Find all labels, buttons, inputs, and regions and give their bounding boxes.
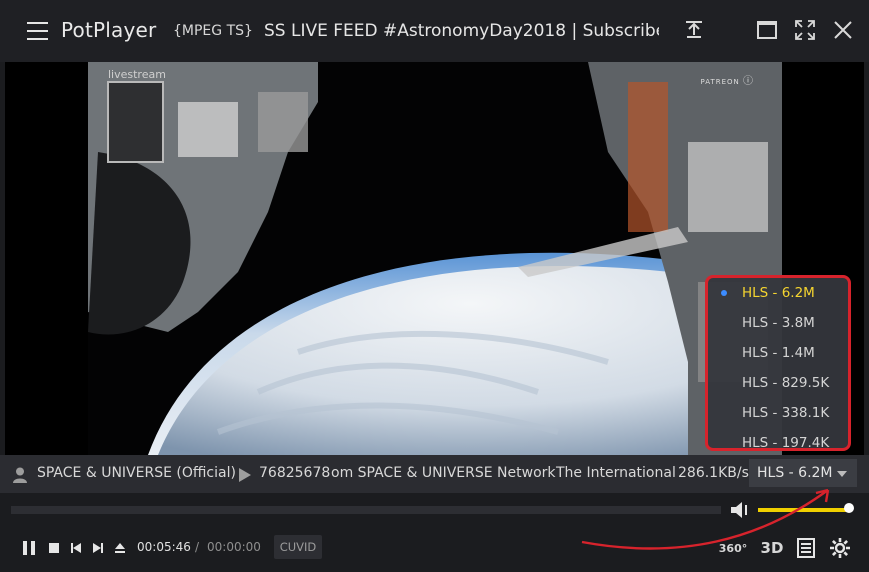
- chevron-down-icon: [837, 471, 847, 477]
- quality-dropdown-menu: HLS - 6.2M HLS - 3.8M HLS - 1.4M HLS - 8…: [705, 275, 851, 451]
- volume-icon[interactable]: [729, 499, 751, 521]
- play-icon: [239, 468, 251, 482]
- volume-slider[interactable]: [758, 508, 847, 512]
- quality-option-1-4m[interactable]: HLS - 1.4M: [708, 338, 848, 368]
- vr-360-button[interactable]: 360°: [718, 536, 748, 560]
- maximize-icon[interactable]: [754, 17, 780, 43]
- playlist-icon[interactable]: [796, 536, 816, 560]
- user-icon: [13, 467, 27, 483]
- seek-bar[interactable]: [11, 506, 721, 514]
- eject-icon[interactable]: [111, 536, 129, 560]
- previous-icon[interactable]: [67, 536, 85, 560]
- quality-selector-label: HLS - 6.2M: [757, 465, 833, 481]
- patreon-badge: PATREON ⓘ: [700, 76, 754, 87]
- settings-gear-icon[interactable]: [828, 536, 852, 560]
- quality-selector[interactable]: HLS - 6.2M: [749, 459, 857, 487]
- stream-description: The International: [556, 465, 676, 481]
- stream-id: 76825678: [259, 465, 331, 481]
- volume-slider-handle[interactable]: [844, 503, 854, 513]
- network-name: om SPACE & UNIVERSE Network: [331, 465, 556, 481]
- pin-icon[interactable]: [681, 17, 707, 43]
- stream-info-bar: SPACE & UNIVERSE (Official) 76825678 om …: [0, 455, 869, 493]
- format-label: {MPEG TS}: [173, 23, 253, 39]
- annotation-arrow: [581, 489, 829, 550]
- stop-icon[interactable]: [45, 536, 63, 560]
- 3d-button[interactable]: 3D: [760, 536, 784, 560]
- total-time: 00:00:00: [207, 540, 261, 554]
- codec-badge[interactable]: CUVID: [274, 535, 322, 559]
- channel-name[interactable]: SPACE & UNIVERSE (Official): [37, 465, 236, 481]
- quality-option-3-8m[interactable]: HLS - 3.8M: [708, 308, 848, 338]
- pause-icon[interactable]: [19, 536, 39, 560]
- quality-option-829-5k[interactable]: HLS - 829.5K: [708, 368, 848, 398]
- download-speed: 286.1KB/s: [678, 465, 749, 481]
- title-bar: PotPlayer {MPEG TS} SS LIVE FEED #Astron…: [0, 0, 869, 62]
- earth-scene-image: [88, 62, 782, 455]
- livestream-watermark: livestream: [108, 68, 166, 81]
- app-name: PotPlayer: [61, 18, 157, 42]
- video-frame: livestream PATREON ⓘ: [88, 62, 782, 455]
- window-title: SS LIVE FEED #AstronomyDay2018 | Subscri…: [264, 21, 659, 41]
- elapsed-time: 00:05:46: [137, 540, 191, 554]
- next-icon[interactable]: [89, 536, 107, 560]
- fullscreen-icon[interactable]: [792, 17, 818, 43]
- quality-option-197-4k[interactable]: HLS - 197.4K: [708, 428, 848, 455]
- menu-icon[interactable]: [27, 22, 48, 40]
- time-separator: /: [195, 540, 200, 554]
- quality-option-338-1k[interactable]: HLS - 338.1K: [708, 398, 848, 428]
- quality-option-6-2m[interactable]: HLS - 6.2M: [708, 278, 848, 308]
- video-area[interactable]: livestream PATREON ⓘ HLS - 6.2M HLS - 3.…: [5, 62, 864, 455]
- close-icon[interactable]: [830, 17, 856, 43]
